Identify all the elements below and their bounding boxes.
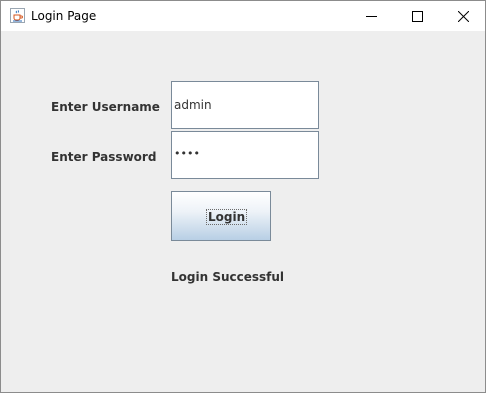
close-button[interactable] [440,1,486,31]
minimize-icon [365,7,377,26]
minimize-button[interactable] [348,1,394,31]
username-field[interactable]: admin [171,81,319,129]
username-label: Enter Username [51,100,160,114]
login-button-label: Login [206,209,248,225]
maximize-button[interactable] [394,1,440,31]
username-value: admin [174,98,212,112]
login-window: Login Page Enter Username admin Enter Pa… [0,0,486,393]
close-icon [457,7,469,26]
maximize-icon [411,7,423,26]
title-bar[interactable]: Login Page [1,1,485,31]
status-message: Login Successful [171,270,285,284]
password-field[interactable]: •••• [171,131,319,179]
login-button[interactable]: Login [171,191,271,241]
password-masked-value: •••• [174,147,200,160]
window-title: Login Page [31,9,97,23]
java-cup-icon [10,8,25,23]
password-label: Enter Password [51,150,157,164]
